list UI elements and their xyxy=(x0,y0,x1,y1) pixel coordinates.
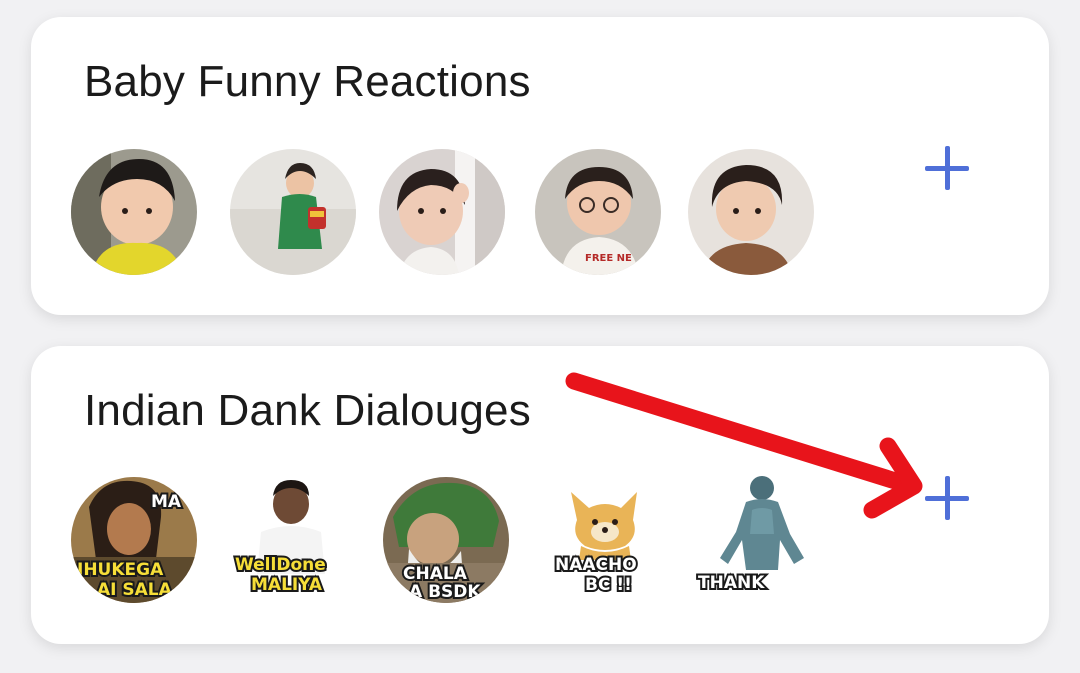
sticker-pack-card-indian-dank-dialouges[interactable]: Indian Dank Dialouges JHUKEGA AI SALA MA xyxy=(31,346,1049,644)
baby-sticker-2 xyxy=(230,149,356,275)
add-pack-button[interactable] xyxy=(923,144,971,192)
baby-sticker-1 xyxy=(71,149,197,275)
baby-sticker-3 xyxy=(379,149,505,275)
baby-sticker-4: FREE NE xyxy=(535,149,661,275)
sticker-caption: JHUKEGA xyxy=(76,560,164,580)
pack-title: Baby Funny Reactions xyxy=(84,57,531,106)
baby-sticker-5 xyxy=(688,149,814,275)
sticker-caption: CHALA xyxy=(403,564,468,584)
sticker-caption-2: A BSDK xyxy=(409,582,481,602)
sticker-caption: NAACHO xyxy=(555,555,637,575)
dialogue-sticker-1: JHUKEGA AI SALA MA xyxy=(71,477,197,603)
sticker-caption: THANK xyxy=(698,573,765,593)
sticker-caption-2: AI SALA xyxy=(97,580,173,600)
dialogue-sticker-4: NAACHO BC !! xyxy=(541,474,667,600)
sticker-caption-2: MALIYA xyxy=(251,575,323,595)
pack-title: Indian Dank Dialouges xyxy=(84,386,531,435)
sticker-caption-top: MA xyxy=(151,492,182,512)
sticker-packs-screen: Baby Funny Reactions FREE NE Indian Dank… xyxy=(0,0,1080,673)
dialogue-sticker-3: CHALA A BSDK xyxy=(383,477,509,603)
add-pack-button[interactable] xyxy=(923,474,971,522)
dialogue-sticker-2: WellDone MALIYA xyxy=(229,474,355,600)
svg-text:FREE NE: FREE NE xyxy=(585,253,632,264)
sticker-pack-card-baby-funny-reactions[interactable]: Baby Funny Reactions FREE NE xyxy=(31,17,1049,315)
sticker-caption-2: BC !! xyxy=(585,575,632,595)
dialogue-sticker-5: THANK xyxy=(694,474,820,600)
sticker-caption: WellDone xyxy=(235,555,326,575)
